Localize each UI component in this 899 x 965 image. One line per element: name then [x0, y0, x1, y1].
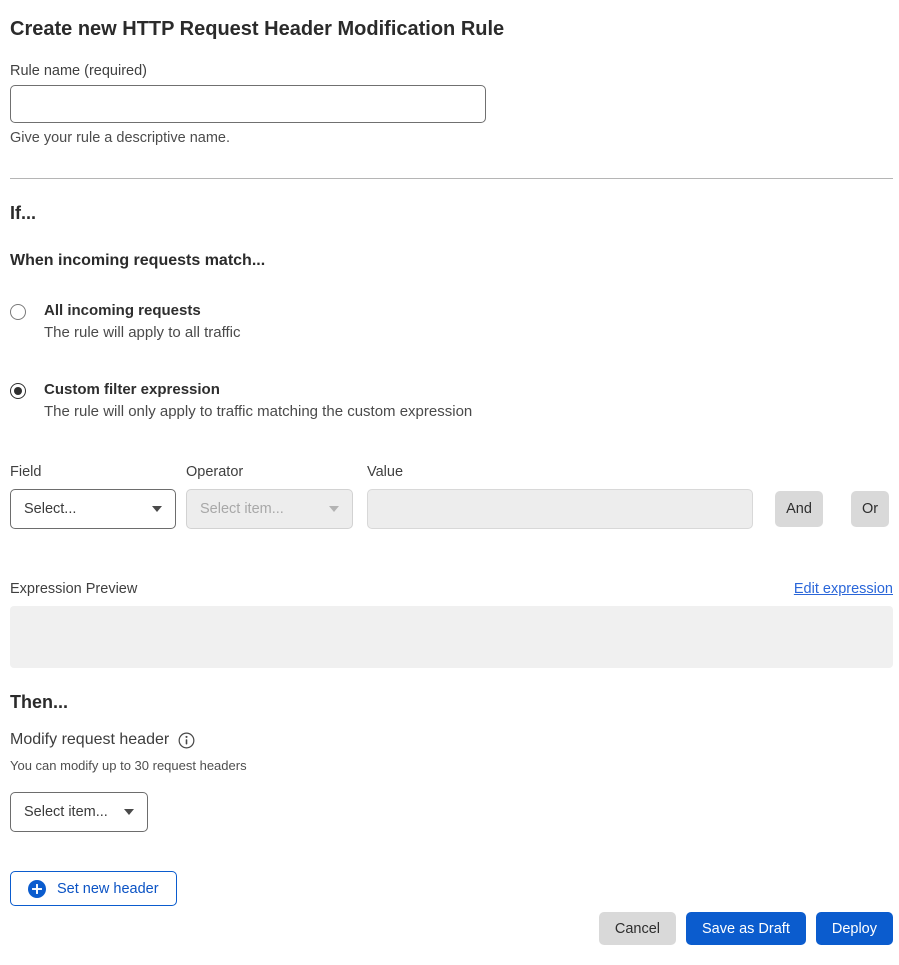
radio-option-description: The rule will only apply to traffic matc… [44, 403, 472, 420]
radio-option-description: The rule will apply to all traffic [44, 324, 240, 341]
expression-preview-box [10, 606, 893, 668]
set-new-header-label: Set new header [57, 881, 159, 897]
radio-option-label: All incoming requests [44, 302, 240, 319]
cancel-button[interactable]: Cancel [599, 912, 676, 945]
chevron-down-icon [152, 506, 162, 512]
rule-name-help: Give your rule a descriptive name. [10, 130, 893, 146]
edit-expression-link[interactable]: Edit expression [794, 581, 893, 597]
rule-name-label: Rule name (required) [10, 63, 893, 79]
chevron-down-icon [124, 809, 134, 815]
field-select[interactable]: Select... [10, 489, 176, 529]
operator-select-value: Select item... [200, 501, 284, 517]
chevron-down-icon [329, 506, 339, 512]
operator-select[interactable]: Select item... [186, 489, 353, 529]
then-heading: Then... [10, 692, 893, 713]
set-new-header-button[interactable]: Set new header [10, 871, 177, 906]
radio-option-all-incoming-requests[interactable]: All incoming requests The rule will appl… [10, 302, 893, 341]
modify-request-header-row: Modify request header [10, 731, 893, 749]
page-title: Create new HTTP Request Header Modificat… [10, 18, 893, 41]
create-rule-page: Create new HTTP Request Header Modificat… [0, 0, 899, 965]
radio-option-custom-filter-expression[interactable]: Custom filter expression The rule will o… [10, 381, 893, 420]
match-subheading: When incoming requests match... [10, 252, 893, 270]
rule-name-input[interactable] [10, 85, 486, 123]
rule-name-group: Rule name (required) Give your rule a de… [10, 63, 893, 146]
value-label: Value [367, 464, 753, 480]
plus-circle-icon [28, 880, 46, 898]
info-icon[interactable] [178, 732, 195, 749]
if-heading: If... [10, 203, 893, 224]
and-button[interactable]: And [775, 491, 823, 527]
radio-option-label: Custom filter expression [44, 381, 472, 398]
or-button[interactable]: Or [851, 491, 889, 527]
field-label: Field [10, 464, 176, 480]
expression-builder-row: Field Select... Operator Select item... … [10, 464, 893, 529]
section-divider [10, 178, 893, 179]
header-operation-select-value: Select item... [24, 804, 108, 820]
deploy-button[interactable]: Deploy [816, 912, 893, 945]
radio-icon[interactable] [10, 304, 26, 320]
value-input[interactable] [367, 489, 753, 529]
expression-preview-label: Expression Preview [10, 581, 137, 597]
operator-label: Operator [186, 464, 353, 480]
radio-icon[interactable] [10, 383, 26, 399]
modify-request-header-label: Modify request header [10, 731, 169, 749]
field-select-value: Select... [24, 501, 76, 517]
save-as-draft-button[interactable]: Save as Draft [686, 912, 806, 945]
expression-preview-header: Expression Preview Edit expression [10, 581, 893, 597]
footer-actions: Cancel Save as Draft Deploy [10, 912, 893, 945]
modify-header-help: You can modify up to 30 request headers [10, 758, 893, 773]
header-operation-select[interactable]: Select item... [10, 792, 148, 832]
